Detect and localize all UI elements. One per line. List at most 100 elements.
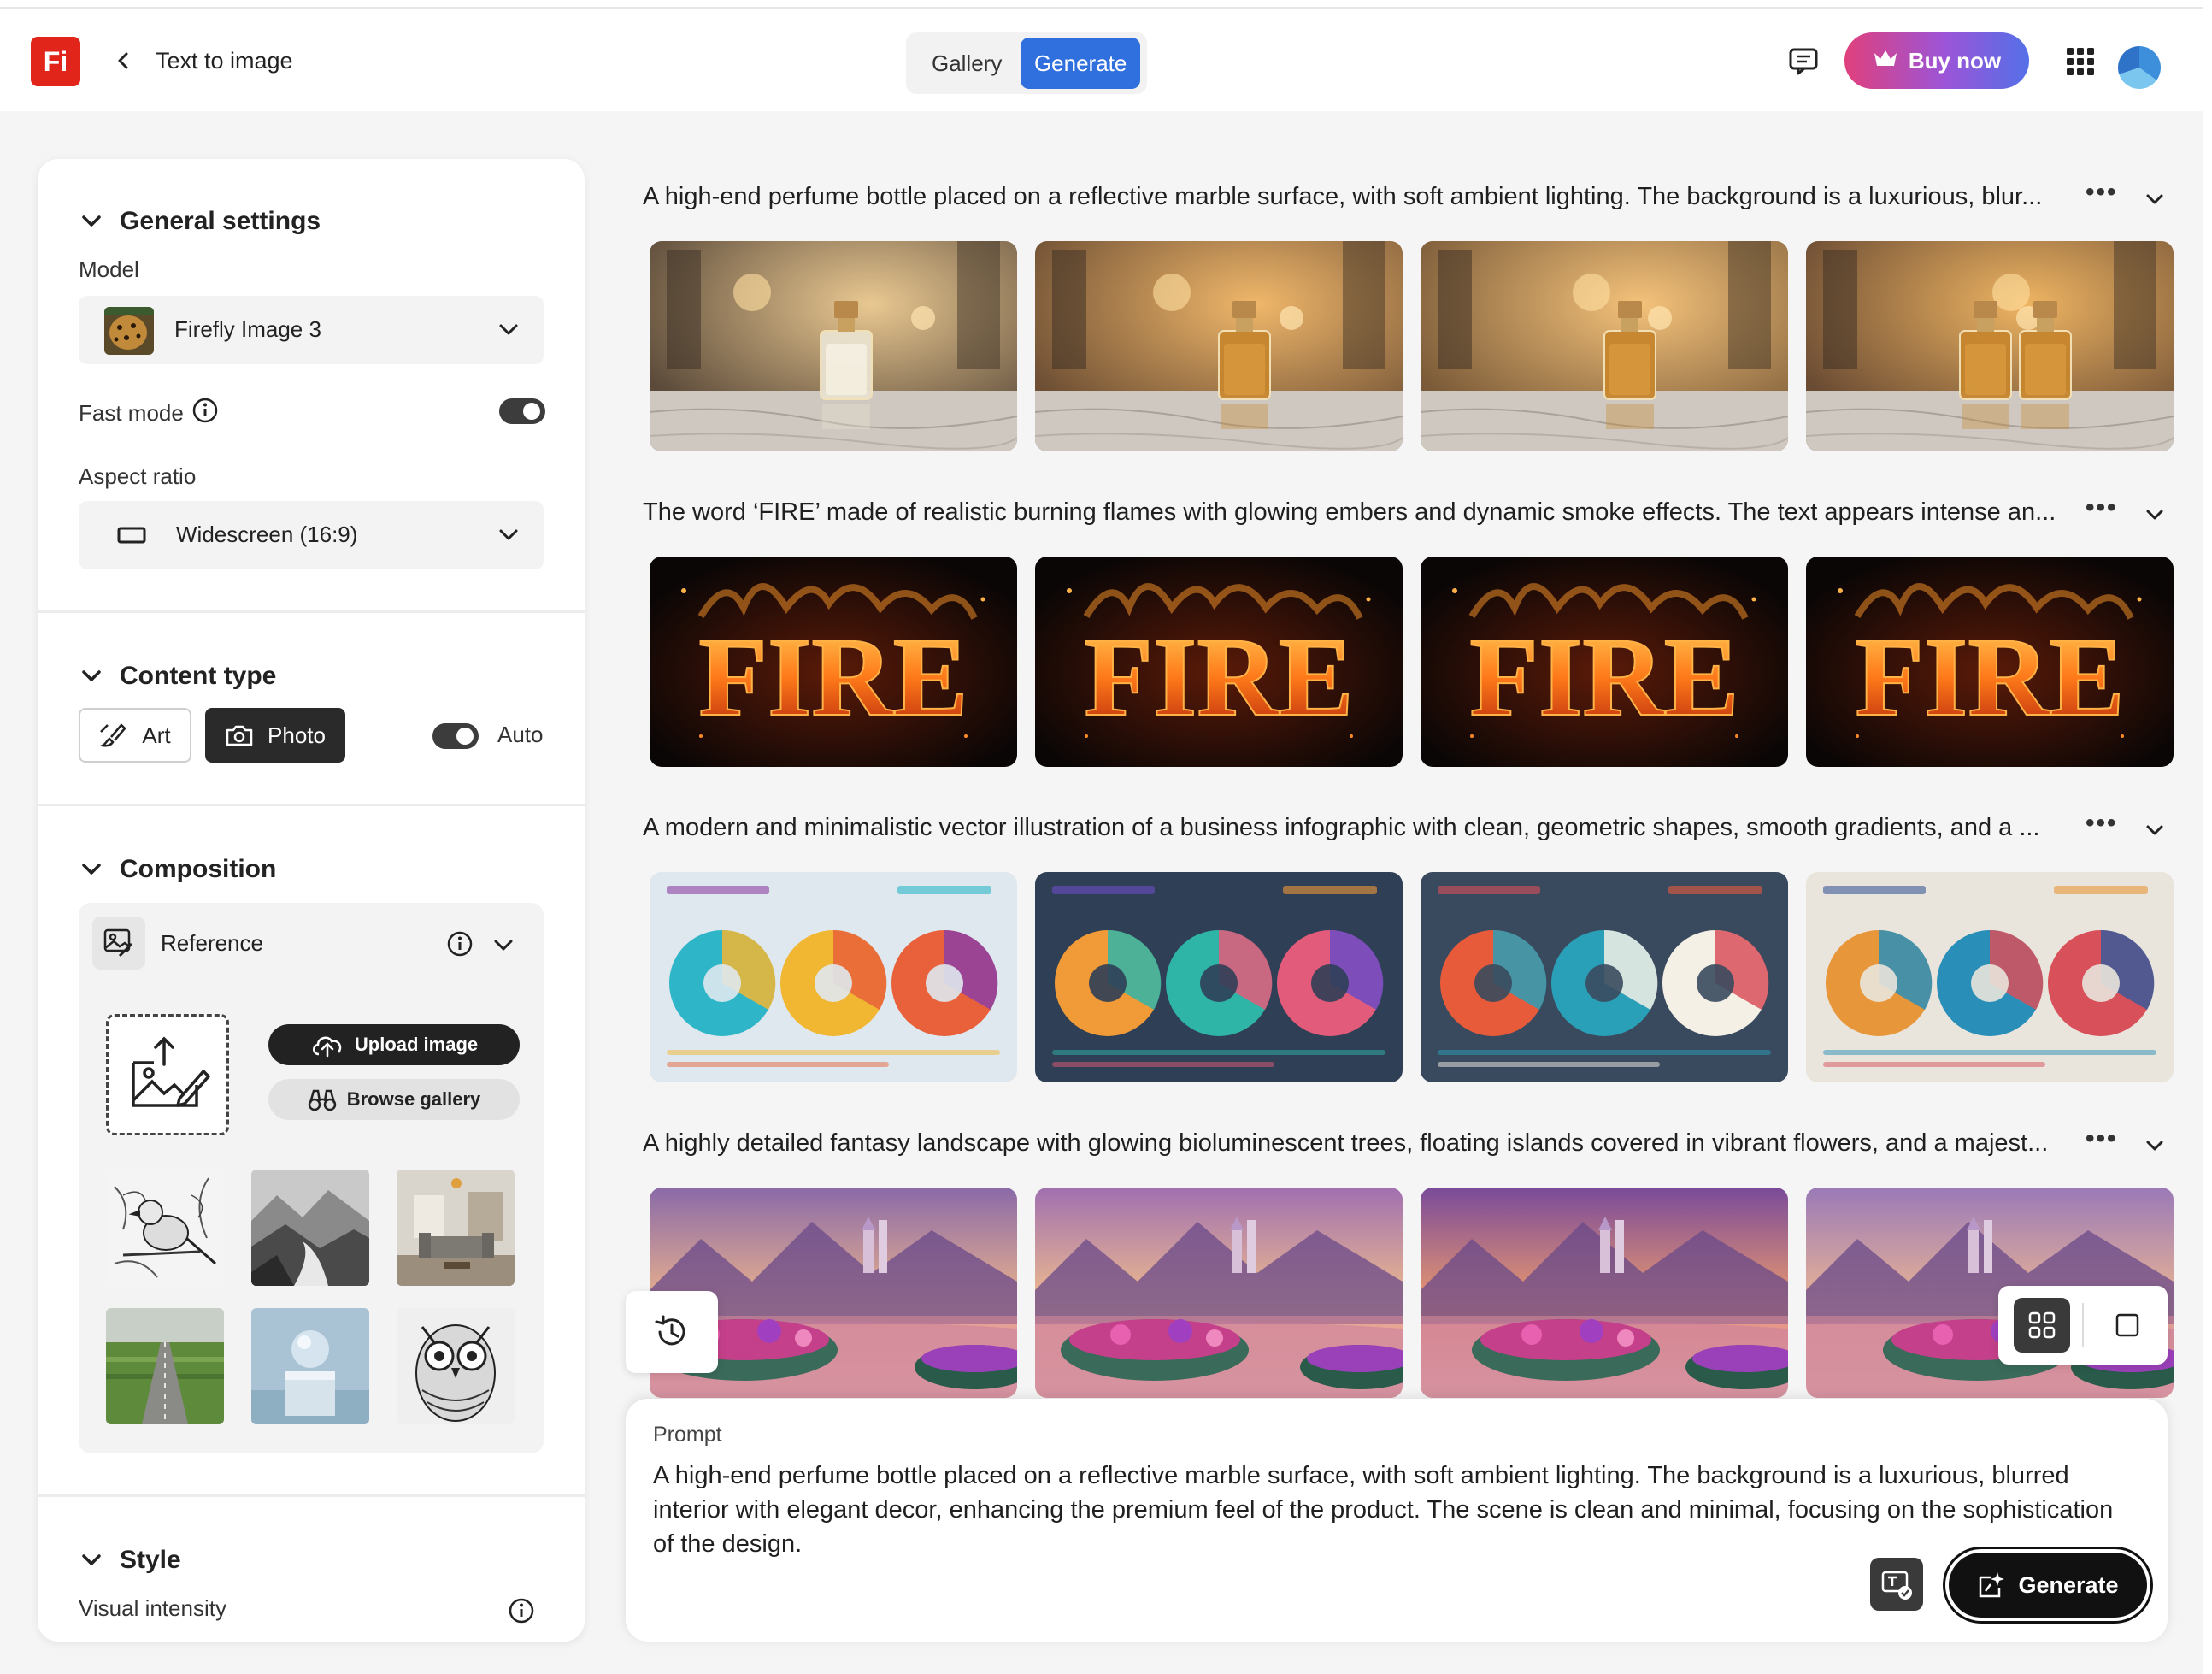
chevron-down-icon bbox=[497, 318, 520, 345]
brush-icon bbox=[99, 723, 126, 747]
content-type-art-button[interactable]: Art bbox=[79, 708, 191, 763]
generated-image-infographic[interactable] bbox=[650, 872, 1017, 1082]
generated-image-perfume[interactable] bbox=[1421, 241, 1788, 451]
generated-image-infographic[interactable] bbox=[1421, 872, 1788, 1082]
crown-icon bbox=[1873, 48, 1898, 74]
reference-label: Reference bbox=[161, 930, 263, 956]
tab-gallery[interactable]: Gallery bbox=[913, 38, 1021, 89]
chevron-down-icon[interactable] bbox=[2144, 1135, 2166, 1161]
model-select[interactable]: Firefly Image 3 bbox=[79, 296, 544, 364]
chevron-down-icon bbox=[82, 1554, 101, 1565]
prompt-label: Prompt bbox=[653, 1423, 722, 1447]
auto-toggle[interactable] bbox=[432, 723, 479, 749]
model-thumbnail bbox=[104, 307, 154, 355]
reference-thumbnail-mountains[interactable] bbox=[251, 1170, 369, 1286]
firefly-logo[interactable]: Fi bbox=[31, 37, 80, 86]
app-grid-icon[interactable] bbox=[2062, 43, 2099, 80]
generated-image-perfume[interactable] bbox=[650, 241, 1017, 451]
chevron-down-icon bbox=[82, 670, 101, 681]
buy-now-button[interactable]: Buy now bbox=[1844, 32, 2029, 89]
reference-drop-zone[interactable] bbox=[106, 1014, 229, 1135]
chevron-down-icon[interactable] bbox=[492, 934, 515, 960]
more-options-icon[interactable]: ••• bbox=[2086, 493, 2118, 522]
more-options-icon[interactable]: ••• bbox=[2086, 178, 2118, 207]
result-prompt-text: A highly detailed fantasy landscape with… bbox=[643, 1129, 2049, 1157]
reference-thumbnail-bird[interactable] bbox=[106, 1170, 224, 1286]
generated-image-perfume[interactable] bbox=[1806, 241, 2174, 451]
single-view-icon bbox=[2115, 1313, 2139, 1337]
generate-button[interactable]: Generate bbox=[1949, 1553, 2147, 1618]
chevron-left-icon[interactable] bbox=[109, 46, 138, 75]
section-divider bbox=[38, 1494, 585, 1497]
reference-image-icon bbox=[92, 917, 145, 970]
style-header[interactable]: Style bbox=[82, 1546, 181, 1575]
reference-panel: Reference Upload image Browse gallery bbox=[79, 903, 544, 1453]
visual-intensity-label: Visual intensity bbox=[79, 1595, 226, 1621]
art-label: Art bbox=[142, 722, 171, 748]
info-icon[interactable] bbox=[446, 930, 474, 962]
buy-now-label: Buy now bbox=[1908, 47, 2002, 74]
reference-thumbnail-sphere[interactable] bbox=[251, 1308, 369, 1424]
generated-image-fire[interactable]: FIRE bbox=[1806, 557, 2174, 767]
chevron-down-icon[interactable] bbox=[2144, 504, 2166, 530]
general-settings-title: General settings bbox=[120, 207, 321, 235]
upload-image-icon bbox=[132, 1036, 210, 1107]
single-view-button[interactable] bbox=[2099, 1298, 2156, 1353]
comment-icon[interactable] bbox=[1785, 44, 1822, 79]
browse-gallery-button[interactable]: Browse gallery bbox=[268, 1079, 520, 1120]
upload-image-button[interactable]: Upload image bbox=[268, 1024, 520, 1065]
view-mode-toggle bbox=[1998, 1286, 2168, 1365]
info-icon[interactable] bbox=[508, 1597, 535, 1629]
widescreen-icon bbox=[116, 525, 147, 550]
camera-icon bbox=[226, 725, 253, 746]
info-icon[interactable] bbox=[191, 397, 219, 428]
history-button[interactable] bbox=[626, 1291, 718, 1373]
content-type-photo-button[interactable]: Photo bbox=[205, 708, 345, 763]
aspect-ratio-label: Aspect ratio bbox=[79, 463, 197, 489]
content-type-header[interactable]: Content type bbox=[82, 662, 276, 691]
history-icon bbox=[655, 1315, 685, 1346]
chevron-down-icon[interactable] bbox=[2144, 188, 2166, 215]
svg-text:FIRE: FIRE bbox=[1855, 614, 2124, 740]
prompt-suggestions-button[interactable] bbox=[1870, 1558, 1923, 1611]
photo-label: Photo bbox=[268, 722, 326, 748]
model-label: Model bbox=[79, 256, 139, 282]
generated-image-fantasy[interactable] bbox=[1421, 1188, 1788, 1398]
chevron-down-icon bbox=[82, 215, 101, 227]
prompt-input[interactable]: A high-end perfume bottle placed on a re… bbox=[653, 1459, 2140, 1561]
content-type-title: Content type bbox=[120, 662, 277, 690]
generated-image-perfume[interactable] bbox=[1035, 241, 1403, 451]
generated-image-fire[interactable]: FIRE bbox=[1421, 557, 1788, 767]
generated-image-fire[interactable]: FIRE bbox=[1035, 557, 1403, 767]
reference-thumbnail-field[interactable] bbox=[106, 1308, 224, 1424]
fast-mode-toggle[interactable] bbox=[499, 398, 545, 424]
generated-image-infographic[interactable] bbox=[1806, 872, 2174, 1082]
generate-sparkle-icon bbox=[1980, 1572, 2005, 1598]
binoculars-icon bbox=[308, 1089, 336, 1111]
reference-thumbnail-living-room[interactable] bbox=[397, 1170, 515, 1286]
result-prompt-text: A modern and minimalistic vector illustr… bbox=[643, 814, 2040, 841]
grid-view-button[interactable] bbox=[2014, 1298, 2070, 1353]
cloud-upload-icon bbox=[312, 1036, 342, 1058]
generated-image-infographic[interactable] bbox=[1035, 872, 1403, 1082]
avatar[interactable] bbox=[2118, 46, 2161, 89]
aspect-ratio-select[interactable]: Widescreen (16:9) bbox=[79, 501, 544, 569]
more-options-icon[interactable]: ••• bbox=[2086, 1124, 2118, 1153]
chevron-down-icon[interactable] bbox=[2144, 819, 2166, 846]
reference-thumbnail-owl[interactable] bbox=[397, 1308, 515, 1424]
upload-image-label: Upload image bbox=[354, 1034, 479, 1055]
svg-text:FIRE: FIRE bbox=[1084, 614, 1353, 740]
grid-view-icon bbox=[2028, 1311, 2056, 1339]
generated-image-fire[interactable]: FIRE bbox=[650, 557, 1017, 767]
settings-panel: General settings Model Firefly Image 3 F… bbox=[38, 159, 585, 1642]
more-options-icon[interactable]: ••• bbox=[2086, 809, 2118, 838]
svg-text:FIRE: FIRE bbox=[1469, 614, 1738, 740]
tab-generate[interactable]: Generate bbox=[1021, 38, 1140, 89]
generate-label: Generate bbox=[2018, 1571, 2119, 1598]
composition-header[interactable]: Composition bbox=[82, 855, 276, 884]
style-title: Style bbox=[120, 1546, 181, 1574]
model-value: Firefly Image 3 bbox=[174, 316, 321, 342]
general-settings-header[interactable]: General settings bbox=[82, 207, 321, 236]
generated-image-fantasy[interactable] bbox=[1035, 1188, 1403, 1398]
chevron-down-icon bbox=[497, 523, 520, 550]
